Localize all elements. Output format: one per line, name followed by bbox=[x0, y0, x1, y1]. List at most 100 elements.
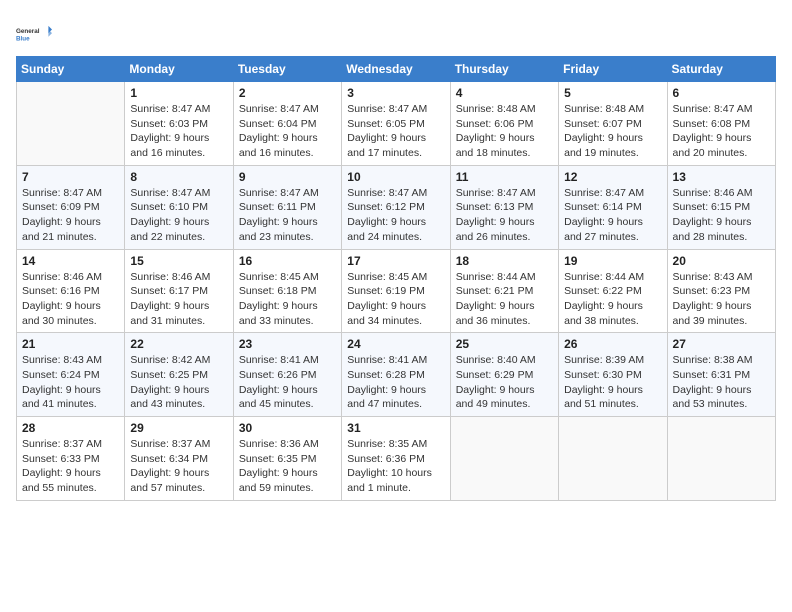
day-number: 28 bbox=[22, 421, 119, 435]
day-info: Sunrise: 8:46 AM Sunset: 6:16 PM Dayligh… bbox=[22, 270, 119, 329]
day-info: Sunrise: 8:40 AM Sunset: 6:29 PM Dayligh… bbox=[456, 353, 553, 412]
calendar-cell: 12 Sunrise: 8:47 AM Sunset: 6:14 PM Dayli… bbox=[559, 165, 667, 249]
day-number: 15 bbox=[130, 254, 227, 268]
day-number: 13 bbox=[673, 170, 770, 184]
week-row-5: 28 Sunrise: 8:37 AM Sunset: 6:33 PM Dayli… bbox=[17, 417, 776, 501]
weekday-header-saturday: Saturday bbox=[667, 57, 775, 82]
day-number: 17 bbox=[347, 254, 444, 268]
day-number: 5 bbox=[564, 86, 661, 100]
day-info: Sunrise: 8:47 AM Sunset: 6:04 PM Dayligh… bbox=[239, 102, 336, 161]
svg-text:Blue: Blue bbox=[16, 35, 30, 42]
day-info: Sunrise: 8:46 AM Sunset: 6:15 PM Dayligh… bbox=[673, 186, 770, 245]
calendar-cell: 1Sunrise: 8:47 AM Sunset: 6:03 PM Daylig… bbox=[125, 82, 233, 166]
calendar-cell bbox=[667, 417, 775, 501]
weekday-header-row: SundayMondayTuesdayWednesdayThursdayFrid… bbox=[17, 57, 776, 82]
day-number: 27 bbox=[673, 337, 770, 351]
calendar-cell: 24 Sunrise: 8:41 AM Sunset: 6:28 PM Dayli… bbox=[342, 333, 450, 417]
calendar-cell: 27 Sunrise: 8:38 AM Sunset: 6:31 PM Dayli… bbox=[667, 333, 775, 417]
calendar-cell: 3 Sunrise: 8:47 AM Sunset: 6:05 PM Daylig… bbox=[342, 82, 450, 166]
day-info: Sunrise: 8:43 AM Sunset: 6:23 PM Dayligh… bbox=[673, 270, 770, 329]
day-info: Sunrise: 8:47 AM Sunset: 6:11 PM Dayligh… bbox=[239, 186, 336, 245]
day-info: Sunrise: 8:47 AM Sunset: 6:13 PM Dayligh… bbox=[456, 186, 553, 245]
week-row-1: 1Sunrise: 8:47 AM Sunset: 6:03 PM Daylig… bbox=[17, 82, 776, 166]
day-number: 22 bbox=[130, 337, 227, 351]
day-number: 1 bbox=[130, 86, 227, 100]
svg-text:General: General bbox=[16, 28, 40, 35]
calendar-cell: 4 Sunrise: 8:48 AM Sunset: 6:06 PM Daylig… bbox=[450, 82, 558, 166]
calendar-cell: 7 Sunrise: 8:47 AM Sunset: 6:09 PM Daylig… bbox=[17, 165, 125, 249]
day-number: 3 bbox=[347, 86, 444, 100]
day-info: Sunrise: 8:47 AM Sunset: 6:12 PM Dayligh… bbox=[347, 186, 444, 245]
day-number: 21 bbox=[22, 337, 119, 351]
day-number: 4 bbox=[456, 86, 553, 100]
calendar-cell: 11 Sunrise: 8:47 AM Sunset: 6:13 PM Dayli… bbox=[450, 165, 558, 249]
day-number: 29 bbox=[130, 421, 227, 435]
calendar-cell: 23Sunrise: 8:41 AM Sunset: 6:26 PM Dayli… bbox=[233, 333, 341, 417]
week-row-3: 14 Sunrise: 8:46 AM Sunset: 6:16 PM Dayli… bbox=[17, 249, 776, 333]
day-info: Sunrise: 8:41 AM Sunset: 6:28 PM Dayligh… bbox=[347, 353, 444, 412]
calendar-cell: 14 Sunrise: 8:46 AM Sunset: 6:16 PM Dayli… bbox=[17, 249, 125, 333]
day-number: 12 bbox=[564, 170, 661, 184]
calendar-cell: 29 Sunrise: 8:37 AM Sunset: 6:34 PM Dayli… bbox=[125, 417, 233, 501]
day-number: 11 bbox=[456, 170, 553, 184]
day-number: 30 bbox=[239, 421, 336, 435]
day-info: Sunrise: 8:44 AM Sunset: 6:21 PM Dayligh… bbox=[456, 270, 553, 329]
day-number: 2 bbox=[239, 86, 336, 100]
calendar-cell: 18Sunrise: 8:44 AM Sunset: 6:21 PM Dayli… bbox=[450, 249, 558, 333]
day-info: Sunrise: 8:47 AM Sunset: 6:09 PM Dayligh… bbox=[22, 186, 119, 245]
week-row-2: 7 Sunrise: 8:47 AM Sunset: 6:09 PM Daylig… bbox=[17, 165, 776, 249]
day-number: 9 bbox=[239, 170, 336, 184]
day-number: 20 bbox=[673, 254, 770, 268]
day-number: 8 bbox=[130, 170, 227, 184]
day-info: Sunrise: 8:48 AM Sunset: 6:07 PM Dayligh… bbox=[564, 102, 661, 161]
day-info: Sunrise: 8:45 AM Sunset: 6:19 PM Dayligh… bbox=[347, 270, 444, 329]
day-info: Sunrise: 8:39 AM Sunset: 6:30 PM Dayligh… bbox=[564, 353, 661, 412]
calendar-cell: 30Sunrise: 8:36 AM Sunset: 6:35 PM Dayli… bbox=[233, 417, 341, 501]
day-number: 31 bbox=[347, 421, 444, 435]
day-info: Sunrise: 8:43 AM Sunset: 6:24 PM Dayligh… bbox=[22, 353, 119, 412]
day-info: Sunrise: 8:35 AM Sunset: 6:36 PM Dayligh… bbox=[347, 437, 444, 496]
day-number: 19 bbox=[564, 254, 661, 268]
day-info: Sunrise: 8:47 AM Sunset: 6:08 PM Dayligh… bbox=[673, 102, 770, 161]
calendar-cell: 20 Sunrise: 8:43 AM Sunset: 6:23 PM Dayli… bbox=[667, 249, 775, 333]
day-number: 25 bbox=[456, 337, 553, 351]
calendar-cell: 19 Sunrise: 8:44 AM Sunset: 6:22 PM Dayli… bbox=[559, 249, 667, 333]
weekday-header-wednesday: Wednesday bbox=[342, 57, 450, 82]
day-number: 14 bbox=[22, 254, 119, 268]
day-info: Sunrise: 8:37 AM Sunset: 6:33 PM Dayligh… bbox=[22, 437, 119, 496]
day-number: 10 bbox=[347, 170, 444, 184]
calendar-cell: 26Sunrise: 8:39 AM Sunset: 6:30 PM Dayli… bbox=[559, 333, 667, 417]
logo: General Blue bbox=[16, 16, 52, 52]
calendar-cell: 15 Sunrise: 8:46 AM Sunset: 6:17 PM Dayli… bbox=[125, 249, 233, 333]
calendar-cell bbox=[450, 417, 558, 501]
day-number: 6 bbox=[673, 86, 770, 100]
day-info: Sunrise: 8:44 AM Sunset: 6:22 PM Dayligh… bbox=[564, 270, 661, 329]
day-info: Sunrise: 8:38 AM Sunset: 6:31 PM Dayligh… bbox=[673, 353, 770, 412]
day-info: Sunrise: 8:47 AM Sunset: 6:05 PM Dayligh… bbox=[347, 102, 444, 161]
day-info: Sunrise: 8:37 AM Sunset: 6:34 PM Dayligh… bbox=[130, 437, 227, 496]
calendar-cell: 5 Sunrise: 8:48 AM Sunset: 6:07 PM Daylig… bbox=[559, 82, 667, 166]
day-info: Sunrise: 8:47 AM Sunset: 6:14 PM Dayligh… bbox=[564, 186, 661, 245]
calendar-cell bbox=[559, 417, 667, 501]
day-number: 24 bbox=[347, 337, 444, 351]
calendar-cell: 31 Sunrise: 8:35 AM Sunset: 6:36 PM Dayli… bbox=[342, 417, 450, 501]
day-info: Sunrise: 8:45 AM Sunset: 6:18 PM Dayligh… bbox=[239, 270, 336, 329]
day-info: Sunrise: 8:48 AM Sunset: 6:06 PM Dayligh… bbox=[456, 102, 553, 161]
weekday-header-thursday: Thursday bbox=[450, 57, 558, 82]
day-info: Sunrise: 8:42 AM Sunset: 6:25 PM Dayligh… bbox=[130, 353, 227, 412]
day-number: 7 bbox=[22, 170, 119, 184]
weekday-header-friday: Friday bbox=[559, 57, 667, 82]
calendar-cell: 8 Sunrise: 8:47 AM Sunset: 6:10 PM Daylig… bbox=[125, 165, 233, 249]
calendar-cell: 21 Sunrise: 8:43 AM Sunset: 6:24 PM Dayli… bbox=[17, 333, 125, 417]
calendar-cell: 16 Sunrise: 8:45 AM Sunset: 6:18 PM Dayli… bbox=[233, 249, 341, 333]
day-info: Sunrise: 8:46 AM Sunset: 6:17 PM Dayligh… bbox=[130, 270, 227, 329]
page-header: General Blue bbox=[16, 16, 776, 52]
calendar-cell: 17 Sunrise: 8:45 AM Sunset: 6:19 PM Dayli… bbox=[342, 249, 450, 333]
calendar-cell: 10 Sunrise: 8:47 AM Sunset: 6:12 PM Dayli… bbox=[342, 165, 450, 249]
day-number: 16 bbox=[239, 254, 336, 268]
day-info: Sunrise: 8:47 AM Sunset: 6:10 PM Dayligh… bbox=[130, 186, 227, 245]
calendar-table: SundayMondayTuesdayWednesdayThursdayFrid… bbox=[16, 56, 776, 501]
logo-svg: General Blue bbox=[16, 16, 52, 52]
calendar-cell: 25 Sunrise: 8:40 AM Sunset: 6:29 PM Dayli… bbox=[450, 333, 558, 417]
calendar-cell bbox=[17, 82, 125, 166]
